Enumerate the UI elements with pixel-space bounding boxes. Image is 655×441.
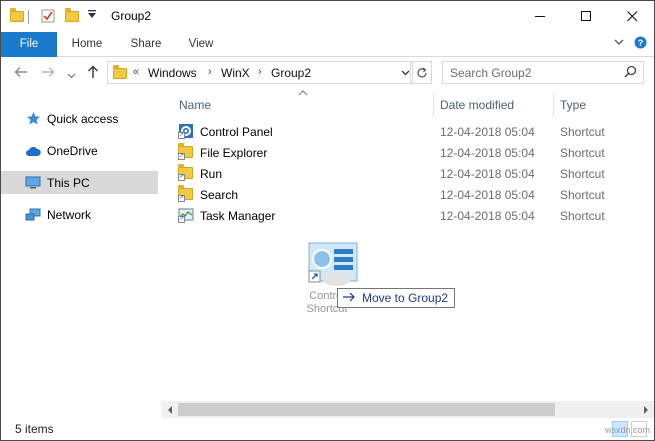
- tab-view[interactable]: View: [180, 32, 222, 57]
- tab-file[interactable]: File: [1, 32, 57, 57]
- sidebar-item-label: OneDrive: [47, 143, 98, 158]
- close-button[interactable]: [609, 1, 655, 32]
- breadcrumb-group2[interactable]: Group2: [271, 66, 311, 80]
- sidebar-item-onedrive[interactable]: OneDrive: [1, 139, 158, 162]
- breadcrumb-windows[interactable]: Windows: [148, 66, 197, 80]
- control-panel-icon: ↗: [178, 123, 194, 139]
- sidebar-item-network[interactable]: Network: [1, 203, 158, 226]
- file-date: 12-04-2018 05:04: [440, 209, 535, 223]
- file-row[interactable]: ↗ Control Panel 12-04-2018 05:04 Shortcu…: [178, 121, 648, 142]
- column-divider[interactable]: [553, 93, 554, 117]
- help-icon[interactable]: ?: [634, 36, 647, 52]
- shortcut-overlay-icon: ↗: [178, 132, 185, 139]
- breadcrumb-winx[interactable]: WinX: [221, 66, 250, 80]
- file-name: Search: [200, 188, 239, 202]
- sidebar-item-label: This PC: [47, 175, 90, 190]
- properties-icon[interactable]: [41, 9, 55, 23]
- file-list-pane: Name Date modified Type ↗ Control Panel …: [161, 89, 654, 415]
- sort-ascending-icon: [298, 88, 308, 98]
- navigation-pane: Quick access OneDrive This PC Network: [1, 95, 161, 415]
- shortcut-overlay-icon: ↗: [178, 153, 185, 160]
- back-icon[interactable]: [14, 65, 28, 81]
- shortcut-overlay-icon: ↗: [178, 174, 185, 181]
- network-icon: [25, 207, 41, 223]
- file-name: Control Panel: [200, 125, 273, 139]
- file-type: Shortcut: [560, 209, 605, 223]
- refresh-icon: [416, 67, 427, 77]
- search-icon[interactable]: [624, 65, 637, 81]
- file-type: Shortcut: [560, 146, 605, 160]
- maximize-button[interactable]: [563, 1, 609, 32]
- window-title: Group2: [111, 9, 152, 23]
- divider: [28, 10, 29, 24]
- sidebar-item-label: Network: [47, 207, 92, 222]
- breadcrumb-separator[interactable]: ›: [208, 66, 212, 78]
- column-header-date[interactable]: Date modified: [440, 98, 514, 112]
- drag-ghost-control-panel-icon: [307, 241, 359, 293]
- file-date: 12-04-2018 05:04: [440, 146, 535, 160]
- file-row[interactable]: ↗ Run 12-04-2018 05:04 Shortcut: [178, 163, 648, 184]
- file-date: 12-04-2018 05:04: [440, 125, 535, 139]
- customize-quick-access-icon[interactable]: [87, 8, 101, 22]
- file-type: Shortcut: [560, 188, 605, 202]
- file-date: 12-04-2018 05:04: [440, 167, 535, 181]
- sidebar-item-this-pc[interactable]: This PC: [1, 171, 158, 194]
- ribbon-tabs: File Home Share View ?: [1, 32, 654, 57]
- scroll-left-icon[interactable]: [161, 401, 178, 418]
- file-row[interactable]: ↗ Search 12-04-2018 05:04 Shortcut: [178, 184, 648, 205]
- item-count: 5 items: [15, 422, 54, 436]
- drag-tooltip-text: Move to Group2: [362, 291, 449, 305]
- tab-share[interactable]: Share: [123, 32, 169, 57]
- address-bar[interactable]: « Windows › WinX › Group2: [107, 61, 411, 84]
- recent-locations-icon[interactable]: [67, 67, 76, 83]
- drag-tooltip: Move to Group2: [337, 288, 456, 308]
- folder-icon: ↗: [178, 143, 194, 160]
- up-icon[interactable]: [87, 65, 99, 82]
- file-row[interactable]: ↗ File Explorer 12-04-2018 05:04 Shortcu…: [178, 142, 648, 163]
- folder-icon: ↗: [178, 164, 194, 181]
- new-folder-icon[interactable]: [65, 8, 79, 23]
- sidebar-item-quick-access[interactable]: Quick access: [1, 107, 158, 130]
- folder-icon: ↗: [178, 185, 194, 202]
- file-type: Shortcut: [560, 167, 605, 181]
- cloud-icon: [25, 143, 41, 159]
- title-bar: Group2: [1, 1, 654, 32]
- file-row[interactable]: ↗ Task Manager 12-04-2018 05:04 Shortcut: [178, 205, 648, 226]
- folder-icon: [113, 65, 127, 79]
- tab-home[interactable]: Home: [64, 32, 110, 57]
- chevron-down-icon[interactable]: [614, 37, 624, 50]
- horizontal-scrollbar[interactable]: [161, 401, 654, 418]
- folder-icon: [10, 8, 24, 23]
- address-dropdown-button[interactable]: [399, 61, 413, 84]
- column-header-name[interactable]: Name: [179, 98, 211, 112]
- shortcut-overlay-icon: ↗: [178, 216, 185, 223]
- svg-text:?: ?: [638, 38, 644, 48]
- watermark: wsxdn.com: [604, 425, 650, 435]
- minimize-button[interactable]: [517, 1, 563, 32]
- file-date: 12-04-2018 05:04: [440, 188, 535, 202]
- search-placeholder: Search Group2: [450, 66, 532, 80]
- column-header-type[interactable]: Type: [560, 98, 586, 112]
- status-bar: 5 items wsxdn.com: [1, 418, 654, 440]
- column-divider[interactable]: [433, 93, 434, 117]
- shortcut-overlay-icon: ↗: [178, 195, 185, 202]
- computer-icon: [25, 175, 41, 191]
- move-arrow-icon: [342, 291, 356, 305]
- scroll-right-icon[interactable]: [637, 401, 654, 418]
- file-type: Shortcut: [560, 125, 605, 139]
- breadcrumb-separator[interactable]: ›: [258, 66, 262, 78]
- sidebar-item-label: Quick access: [47, 111, 119, 126]
- refresh-button[interactable]: [412, 61, 432, 84]
- file-name: File Explorer: [200, 146, 268, 160]
- task-manager-icon: ↗: [178, 207, 194, 223]
- forward-icon[interactable]: [41, 65, 55, 81]
- explorer-window: Group2 File Home Share View ? « Windows …: [0, 0, 655, 441]
- file-name: Run: [200, 167, 223, 181]
- scrollbar-thumb[interactable]: [178, 403, 555, 416]
- search-input[interactable]: Search Group2: [442, 61, 644, 84]
- file-name: Task Manager: [200, 209, 276, 223]
- breadcrumb-overflow[interactable]: «: [133, 66, 139, 78]
- star-icon: [25, 111, 41, 127]
